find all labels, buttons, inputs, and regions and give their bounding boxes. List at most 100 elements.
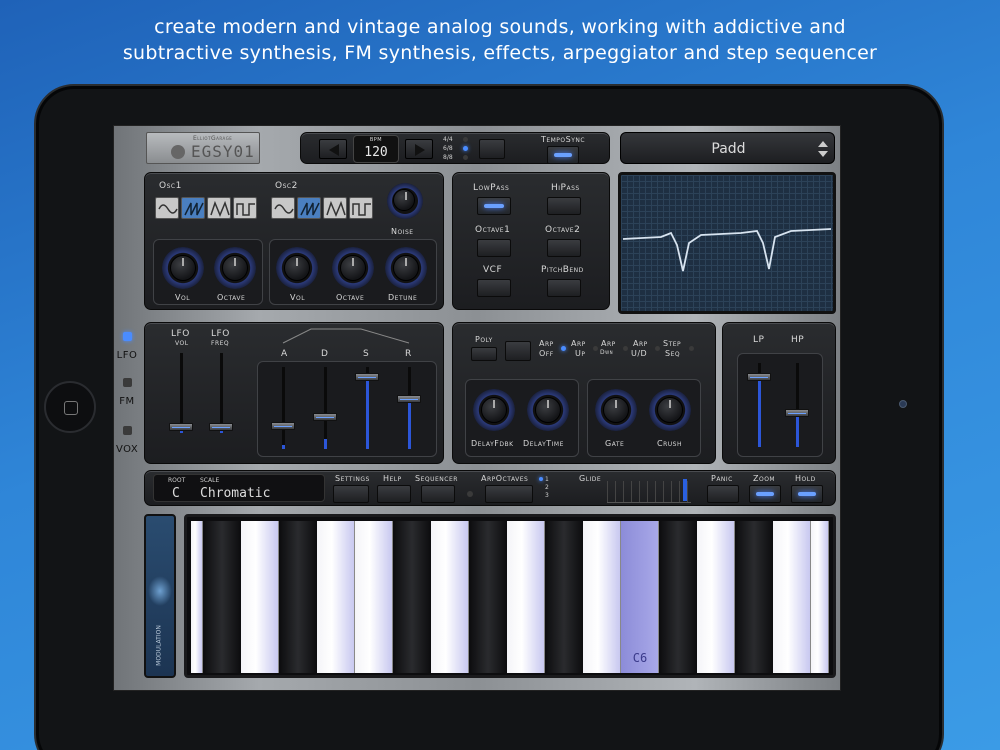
brand-name: EGSY01 — [191, 142, 255, 161]
caption-line-1: create modern and vintage analog sounds,… — [154, 16, 846, 38]
osc2-sine-button[interactable] — [271, 197, 295, 219]
osc1-square-button[interactable] — [233, 197, 257, 219]
vcf-button[interactable] — [477, 279, 511, 297]
gate-knob[interactable] — [595, 389, 637, 431]
octave2-label: Octave2 — [545, 225, 581, 235]
scale-display[interactable]: ROOT SCALE C Chromatic — [153, 474, 325, 502]
preset-selector[interactable]: Padd — [620, 132, 835, 164]
bpm-decrease-button[interactable] — [319, 139, 347, 159]
osc2-vol-knob[interactable] — [276, 247, 318, 289]
arp-ud-dot[interactable] — [655, 346, 660, 351]
hold-button[interactable] — [791, 485, 823, 503]
time-sig-8-8[interactable]: 8/8 — [443, 154, 453, 161]
osc2-octave-knob[interactable] — [332, 247, 374, 289]
bpm-increase-button[interactable] — [405, 139, 433, 159]
piano-black-key[interactable] — [659, 521, 697, 673]
root-value: C — [172, 486, 180, 501]
piano-white-key[interactable] — [317, 521, 355, 673]
delay-time-knob[interactable] — [527, 389, 569, 431]
arp-down-dot[interactable] — [623, 346, 628, 351]
lfo-freq-fader[interactable] — [209, 353, 233, 433]
time-sig-button[interactable] — [479, 139, 505, 159]
osc2-triangle-button[interactable] — [323, 197, 347, 219]
attack-fader[interactable] — [271, 367, 295, 449]
brand-logo-icon — [171, 145, 185, 159]
decay-fader[interactable] — [313, 367, 337, 449]
crush-knob[interactable] — [649, 389, 691, 431]
osc1-octave-knob[interactable] — [214, 247, 256, 289]
piano-black-key[interactable] — [735, 521, 773, 673]
lowpass-label: LowPass — [473, 183, 510, 193]
release-fader[interactable] — [397, 367, 421, 449]
noise-knob[interactable] — [387, 183, 423, 219]
sequencer-button[interactable] — [421, 485, 455, 503]
time-sig-4-4[interactable]: 4/4 — [443, 136, 453, 143]
time-signatures[interactable]: 4/4 6/8 8/8 — [443, 135, 473, 163]
piano-white-key[interactable] — [583, 521, 621, 673]
panic-button[interactable] — [707, 485, 739, 503]
octave2-button[interactable] — [547, 239, 581, 257]
piano-white-key[interactable] — [431, 521, 469, 673]
piano-white-key[interactable] — [241, 521, 279, 673]
osc2-square-button[interactable] — [349, 197, 373, 219]
osc1-triangle-button[interactable] — [207, 197, 231, 219]
help-button[interactable] — [377, 485, 411, 503]
home-button[interactable] — [44, 381, 96, 433]
sustain-fader[interactable] — [355, 367, 379, 449]
delay-time-label: DelayTime — [523, 439, 564, 448]
step-seq-label-2: Seq — [665, 349, 681, 358]
hp-fader[interactable] — [785, 363, 809, 447]
settings-label: Settings — [335, 474, 370, 483]
arp-octave-2[interactable]: 2 — [545, 484, 549, 491]
time-sig-dot-1 — [463, 137, 468, 142]
lfo-vol-fader[interactable] — [169, 353, 193, 433]
modulation-strip[interactable]: MODULATION — [144, 514, 176, 678]
piano-white-key[interactable] — [697, 521, 735, 673]
piano-white-key[interactable] — [355, 521, 393, 673]
piano-white-key[interactable] — [811, 521, 829, 673]
osc2-vol-label: Vol — [290, 293, 306, 302]
piano-white-key[interactable] — [191, 521, 203, 673]
osc1-vol-knob[interactable] — [162, 247, 204, 289]
piano-white-key-c6[interactable]: C6 — [621, 521, 659, 673]
hipass-button[interactable] — [547, 197, 581, 215]
glide-slider[interactable] — [607, 479, 691, 503]
triangle-wave-icon — [210, 201, 230, 217]
tab-lfo[interactable]: LFO — [116, 326, 138, 368]
osc1-saw-button[interactable] — [181, 197, 205, 219]
pitchbend-button[interactable] — [547, 279, 581, 297]
arp-up-dot[interactable] — [593, 346, 598, 351]
piano-white-key[interactable] — [507, 521, 545, 673]
osc2-saw-button[interactable] — [297, 197, 321, 219]
delay-feedback-knob[interactable] — [473, 389, 515, 431]
tempo-sync-button[interactable] — [547, 146, 579, 164]
settings-button[interactable] — [333, 485, 369, 503]
lowpass-button[interactable] — [477, 197, 511, 215]
zoom-button[interactable] — [749, 485, 781, 503]
octave1-button[interactable] — [477, 239, 511, 257]
glide-slider-handle[interactable] — [683, 479, 687, 501]
piano-black-key[interactable] — [279, 521, 317, 673]
osc1-sine-button[interactable] — [155, 197, 179, 219]
arp-mode-button[interactable] — [505, 341, 531, 361]
arp-octave-1[interactable]: 1 — [545, 476, 549, 483]
time-sig-6-8[interactable]: 6/8 — [443, 145, 453, 152]
step-seq-dot[interactable] — [689, 346, 694, 351]
bottom-control-bar: ROOT SCALE C Chromatic Settings Help Seq… — [144, 470, 836, 506]
tab-vox[interactable]: VOX — [116, 420, 138, 462]
tab-fm[interactable]: FM — [116, 372, 138, 414]
piano-black-key[interactable] — [393, 521, 431, 673]
arp-off-dot[interactable] — [561, 346, 566, 351]
arp-octave-3[interactable]: 3 — [545, 492, 549, 499]
poly-button[interactable] — [471, 347, 497, 361]
lp-label: LP — [753, 335, 765, 345]
piano-black-key[interactable] — [469, 521, 507, 673]
piano-black-key[interactable] — [203, 521, 241, 673]
lp-fader[interactable] — [747, 363, 771, 447]
arp-octaves-button[interactable] — [485, 485, 533, 503]
adsr-envelope-shape — [282, 328, 410, 344]
piano-black-key[interactable] — [545, 521, 583, 673]
octave1-label: Octave1 — [475, 225, 511, 235]
piano-white-key[interactable] — [773, 521, 811, 673]
osc2-detune-knob[interactable] — [385, 247, 427, 289]
